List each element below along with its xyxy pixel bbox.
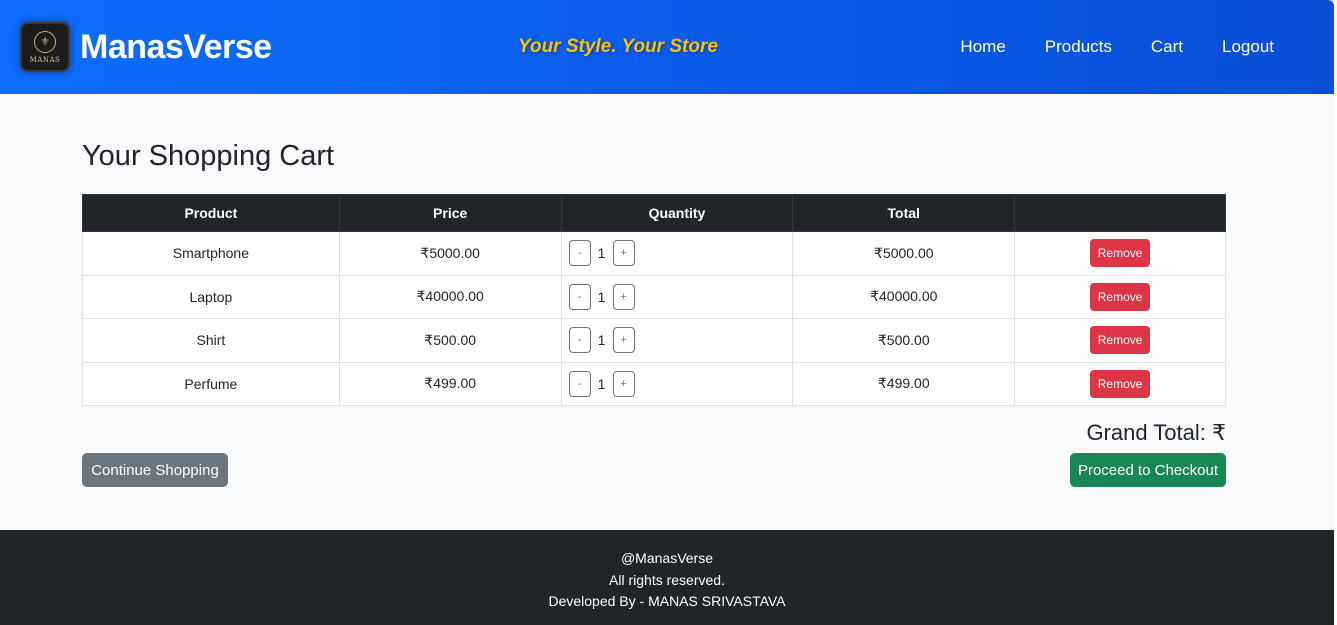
decrement-button[interactable]: -: [568, 370, 591, 397]
product-price: ₹40000.00: [338, 274, 562, 319]
header-price: Price: [338, 194, 562, 232]
product-name: Shirt: [82, 318, 340, 363]
table-row: Perfume ₹499.00 - 1 + ₹499.00 Remove: [82, 361, 1226, 406]
cart-header-row: Product Price Quantity Total: [82, 194, 1226, 232]
quantity-value: 1: [597, 375, 606, 392]
quantity-stepper: - 1 +: [560, 231, 794, 276]
actions-cell: Remove: [1014, 274, 1226, 319]
remove-button[interactable]: Remove: [1089, 239, 1151, 268]
brand[interactable]: ⚜ MANAS ManasVerse: [20, 22, 272, 72]
brand-logo: ⚜ MANAS: [20, 22, 70, 72]
nav-cart[interactable]: Cart: [1151, 37, 1183, 57]
navbar: ⚜ MANAS ManasVerse Your Style. Your Stor…: [0, 0, 1334, 94]
footer-brand: @ManasVerse: [620, 550, 714, 566]
quantity-value: 1: [597, 245, 606, 262]
decrement-button[interactable]: -: [568, 327, 591, 354]
quantity-stepper: - 1 +: [560, 361, 794, 406]
nav-home[interactable]: Home: [960, 37, 1005, 57]
line-total: ₹499.00: [792, 361, 1016, 406]
remove-button[interactable]: Remove: [1089, 369, 1151, 398]
line-total: ₹500.00: [792, 318, 1016, 363]
logo-text: MANAS: [29, 55, 61, 64]
header-product: Product: [82, 194, 340, 232]
nav-logout[interactable]: Logout: [1222, 37, 1274, 57]
line-total: ₹5000.00: [792, 231, 1016, 276]
quantity-value: 1: [597, 332, 606, 349]
quantity-stepper: - 1 +: [560, 318, 794, 363]
actions-cell: Remove: [1014, 361, 1226, 406]
product-name: Laptop: [82, 274, 340, 319]
page-title: Your Shopping Cart: [82, 140, 335, 172]
quantity-value: 1: [597, 288, 606, 305]
increment-button[interactable]: +: [612, 283, 635, 310]
product-price: ₹499.00: [338, 361, 562, 406]
cart-table: Product Price Quantity Total Smartphone …: [82, 194, 1226, 406]
table-row: Laptop ₹40000.00 - 1 + ₹40000.00 Remove: [82, 274, 1226, 319]
decrement-button[interactable]: -: [568, 283, 591, 310]
emblem-icon: ⚜: [34, 30, 56, 53]
product-price: ₹5000.00: [338, 231, 562, 276]
nav-links: Home Products Cart Logout: [921, 37, 1274, 57]
header-total: Total: [792, 194, 1016, 232]
line-total: ₹40000.00: [792, 274, 1016, 319]
checkout-button[interactable]: Proceed to Checkout: [1070, 453, 1226, 487]
product-name: Perfume: [82, 361, 340, 406]
increment-button[interactable]: +: [612, 327, 635, 354]
main-content: Your Shopping Cart Product Price Quantit…: [0, 94, 1334, 530]
header-actions: [1014, 194, 1226, 232]
quantity-stepper: - 1 +: [560, 274, 794, 319]
tagline: Your Style. Your Store: [518, 36, 718, 57]
product-name: Smartphone: [82, 231, 340, 276]
footer-rights: All rights reserved.: [609, 571, 725, 588]
grand-total: Grand Total: ₹: [1086, 420, 1226, 445]
actions-cell: Remove: [1014, 231, 1226, 276]
product-price: ₹500.00: [338, 318, 562, 363]
continue-shopping-button[interactable]: Continue Shopping: [82, 453, 228, 487]
nav-products[interactable]: Products: [1045, 37, 1112, 57]
remove-button[interactable]: Remove: [1089, 326, 1151, 355]
remove-button[interactable]: Remove: [1089, 282, 1151, 311]
increment-button[interactable]: +: [612, 370, 635, 397]
decrement-button[interactable]: -: [568, 240, 591, 267]
increment-button[interactable]: +: [612, 240, 635, 267]
table-row: Shirt ₹500.00 - 1 + ₹500.00 Remove: [82, 318, 1226, 363]
footer: @ManasVerse All rights reserved. Develop…: [0, 530, 1334, 625]
brand-name[interactable]: ManasVerse: [80, 28, 272, 67]
table-row: Smartphone ₹5000.00 - 1 + ₹5000.00 Remov…: [82, 231, 1226, 276]
footer-credit: Developed By - MANAS SRIVASTAVA: [548, 593, 786, 609]
actions-cell: Remove: [1014, 318, 1226, 363]
header-quantity: Quantity: [560, 194, 794, 232]
